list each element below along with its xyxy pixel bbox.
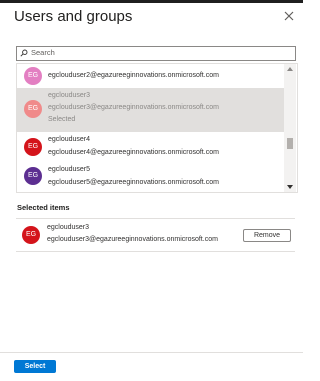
selected-items-heading: Selected items: [17, 203, 70, 212]
list-item[interactable]: EG egclouduser3 egclouduser3@egazureegin…: [17, 88, 284, 132]
scroll-thumb[interactable]: [287, 138, 293, 149]
remove-button[interactable]: Remove: [243, 229, 291, 242]
selected-item: EG egclouduser3 egclouduser3@egazureegin…: [16, 218, 295, 252]
user-email: egclouduser2@egazureeginnovations.onmicr…: [48, 72, 219, 79]
search-icon: [20, 49, 28, 57]
selected-status: Selected: [48, 116, 76, 123]
selected-user-email: egclouduser3@egazureeginnovations.onmicr…: [47, 236, 218, 243]
avatar: EG: [24, 67, 42, 85]
top-bar: [0, 0, 303, 3]
avatar: EG: [24, 100, 42, 118]
panel-title: Users and groups: [14, 8, 133, 25]
close-icon[interactable]: [283, 10, 295, 22]
scroll-down-icon[interactable]: [287, 185, 293, 189]
search-input[interactable]: Search: [16, 46, 296, 61]
list-item[interactable]: EG egclouduser4 egclouduser4@egazureegin…: [17, 132, 284, 162]
search-placeholder: Search: [31, 48, 55, 57]
scroll-up-icon[interactable]: [287, 67, 293, 71]
footer-divider: [0, 352, 303, 353]
avatar: EG: [24, 138, 42, 156]
user-email: egclouduser3@egazureeginnovations.onmicr…: [48, 104, 219, 111]
user-name: egclouduser4: [48, 136, 91, 143]
user-name: egclouduser3: [48, 92, 91, 99]
list-scrollbar[interactable]: [284, 64, 296, 192]
avatar: EG: [22, 226, 40, 244]
list-item[interactable]: EG egclouduser5 egclouduser5@egazureegin…: [17, 162, 284, 192]
list-item[interactable]: EG egclouduser2@egazureeginnovations.onm…: [17, 64, 284, 90]
selected-user-name: egclouduser3: [47, 224, 90, 231]
user-name: egclouduser5: [48, 166, 91, 173]
user-email: egclouduser4@egazureeginnovations.onmicr…: [48, 149, 219, 156]
avatar: EG: [24, 167, 42, 185]
user-list: EG egclouduser2@egazureeginnovations.onm…: [16, 63, 298, 193]
select-button[interactable]: Select: [14, 360, 56, 373]
user-email: egclouduser5@egazureeginnovations.onmicr…: [48, 179, 219, 186]
